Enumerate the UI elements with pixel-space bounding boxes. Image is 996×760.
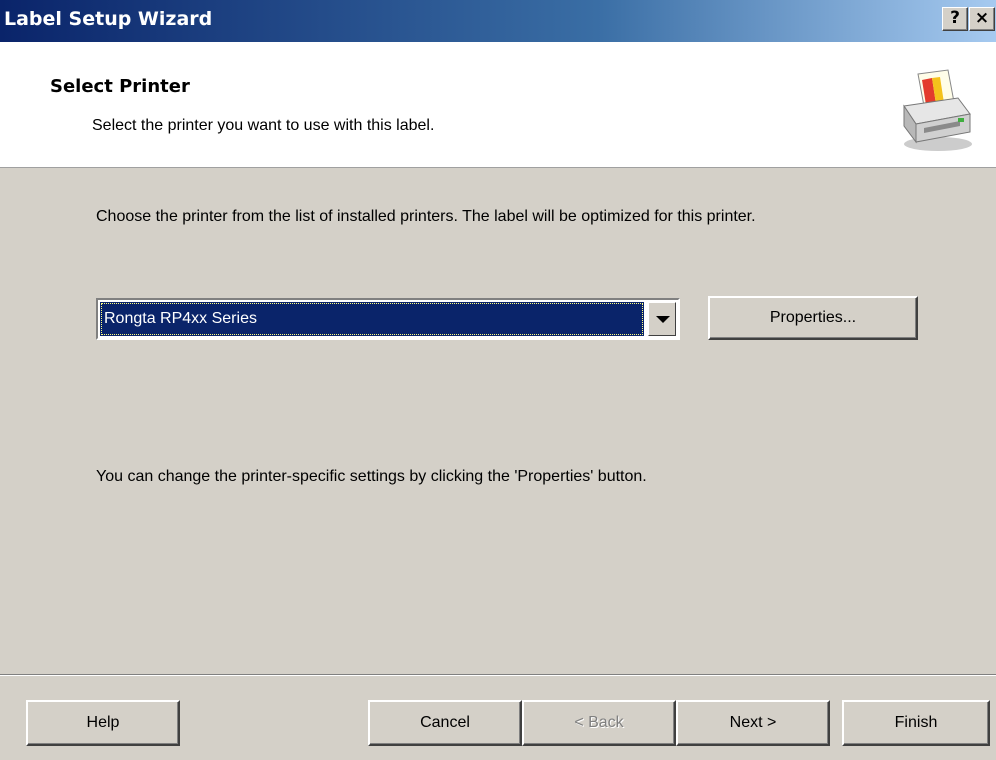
page-title: Select Printer [50, 76, 190, 97]
footer-divider [0, 674, 996, 676]
printer-dropdown[interactable]: Rongta RP4xx Series [96, 298, 680, 340]
help-button[interactable]: Help [26, 700, 180, 746]
chevron-down-icon [656, 316, 670, 323]
dropdown-arrow-button[interactable] [648, 302, 676, 336]
wizard-header: Select Printer Select the printer you wa… [0, 42, 996, 168]
finish-button[interactable]: Finish [842, 700, 990, 746]
properties-note: You can change the printer-specific sett… [96, 468, 647, 485]
title-bar[interactable]: Label Setup Wizard ? × [0, 0, 996, 42]
properties-button[interactable]: Properties... [708, 296, 918, 340]
cancel-button[interactable]: Cancel [368, 700, 522, 746]
next-button[interactable]: Next > [676, 700, 830, 746]
help-caption-button[interactable]: ? [942, 7, 968, 31]
printer-icon [903, 69, 972, 151]
printer-dropdown-value[interactable]: Rongta RP4xx Series [100, 302, 644, 336]
page-subtitle: Select the printer you want to use with … [92, 117, 435, 134]
instruction-text: Choose the printer from the list of inst… [96, 208, 756, 225]
close-button[interactable]: × [969, 7, 995, 31]
window-title: Label Setup Wizard [4, 8, 213, 30]
back-button[interactable]: < Back [522, 700, 676, 746]
